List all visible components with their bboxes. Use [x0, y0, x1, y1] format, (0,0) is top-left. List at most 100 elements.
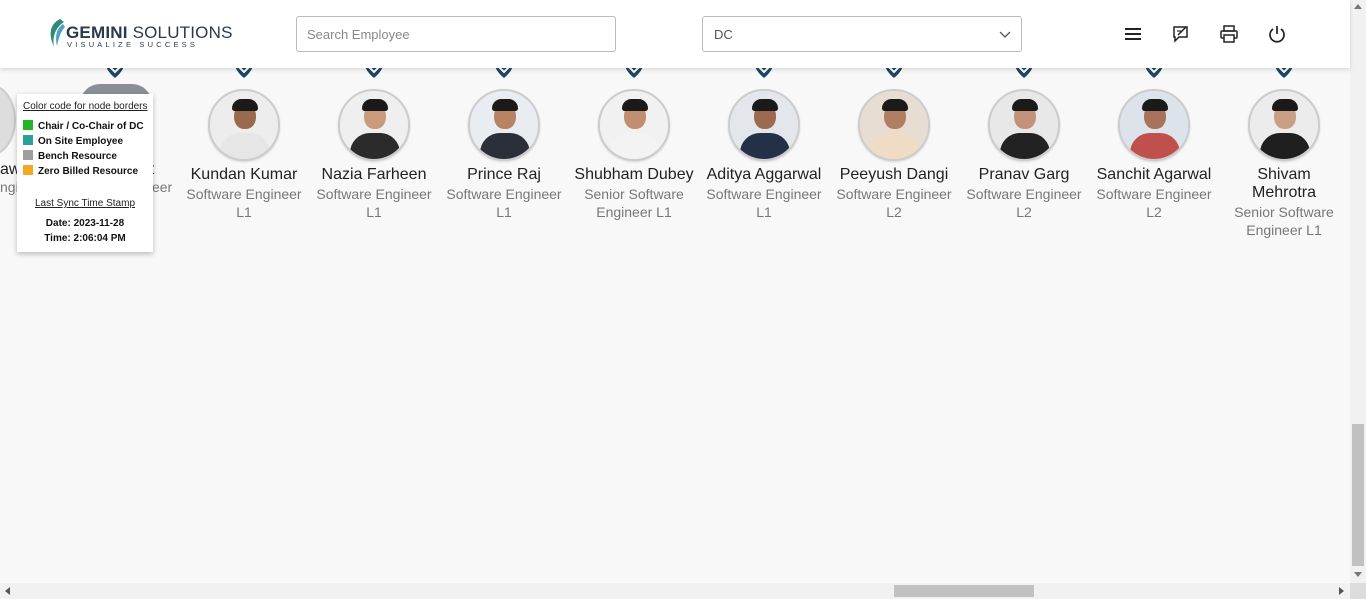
vertical-scrollbar[interactable] — [1350, 0, 1366, 583]
logo-tagline: VISUALIZE SUCCESS — [67, 40, 199, 49]
scroll-down-icon[interactable] — [1354, 572, 1362, 577]
employee-node[interactable]: Aditya Aggarwal Software Engineer L1 — [699, 60, 829, 221]
scroll-right-icon[interactable] — [1339, 587, 1344, 595]
employee-node[interactable]: Shubham Dubey Senior Software Engineer L1 — [569, 60, 699, 221]
employee-role: Software Engineer L1 — [699, 185, 829, 221]
employee-name[interactable]: Kundan Kumar — [179, 166, 309, 184]
legend-swatch — [23, 120, 33, 130]
employee-avatar[interactable] — [338, 89, 410, 161]
printer-icon[interactable] — [1219, 24, 1239, 44]
avatar-hair — [622, 99, 648, 111]
employee-role: Senior Software Engineer L1 — [569, 185, 699, 221]
employee-avatar[interactable] — [598, 89, 670, 161]
legend-panel: Color code for node borders Chair / Co-C… — [17, 94, 153, 252]
avatar-hair — [1142, 99, 1168, 111]
legend-title: Color code for node borders — [23, 101, 148, 112]
employee-role: Software Engineer L2 — [1089, 185, 1219, 221]
chevron-down-icon — [999, 31, 1011, 38]
employee-role-line: Engineer L1 — [1246, 222, 1322, 238]
employee-node[interactable]: Pranav Garg Software Engineer L2 — [959, 60, 1089, 221]
employee-avatar[interactable] — [468, 89, 540, 161]
employee-node[interactable]: Prince Raj Software Engineer L1 — [439, 60, 569, 221]
employee-role-line: L1 — [366, 204, 382, 220]
employee-name[interactable]: Nazia Farheen — [309, 166, 439, 184]
employee-role-line: L2 — [1146, 204, 1162, 220]
employee-role: Software Engineer L1 — [179, 185, 309, 221]
avatar-body — [1130, 133, 1180, 159]
dc-select[interactable]: DC — [702, 16, 1022, 52]
avatar — [0, 84, 16, 156]
employee-avatar[interactable] — [988, 89, 1060, 161]
app-header: GEMINI SOLUTIONS VISUALIZE SUCCESS DC — [0, 0, 1350, 68]
avatar-body — [350, 133, 400, 159]
employee-role-line: Engineer L1 — [596, 204, 672, 220]
avatar-hair — [232, 99, 258, 111]
avatar-body — [1000, 133, 1050, 159]
employee-avatar[interactable] — [728, 89, 800, 161]
legend-swatch — [23, 135, 33, 145]
employee-node[interactable]: Sanchit Agarwal Software Engineer L2 — [1089, 60, 1219, 221]
employee-role: Software Engineer L2 — [829, 185, 959, 221]
legend-item-zero-billed: Zero Billed Resource — [23, 165, 138, 177]
scroll-left-icon[interactable] — [5, 587, 10, 595]
employee-name[interactable]: Aditya Aggarwal — [699, 166, 829, 184]
employee-role-line: L2 — [1016, 204, 1032, 220]
employee-role-line: Senior Software — [584, 186, 684, 202]
employee-role-line: Senior Software — [1234, 204, 1334, 220]
employee-role: Software Engineer L2 — [959, 185, 1089, 221]
legend-item-bench: Bench Resource — [23, 150, 117, 162]
employee-node[interactable]: Peeyush Dangi Software Engineer L2 — [829, 60, 959, 221]
employee-role-line: Software Engineer — [836, 186, 952, 202]
horizontal-scrollbar[interactable] — [0, 583, 1350, 599]
avatar-hair — [362, 99, 388, 111]
employee-avatar[interactable] — [208, 89, 280, 161]
avatar-hair — [882, 99, 908, 111]
company-logo[interactable]: GEMINI SOLUTIONS VISUALIZE SUCCESS — [46, 18, 232, 50]
employee-avatar[interactable] — [1248, 89, 1320, 161]
avatar-body — [220, 133, 270, 159]
avatar-hair — [492, 99, 518, 111]
employee-role-line: Software Engineer — [966, 186, 1082, 202]
scrollbar-corner — [1350, 583, 1366, 599]
legend-item-chair: Chair / Co-Chair of DC — [23, 120, 144, 132]
employee-node[interactable]: Shivam Mehrotra Senior Software Engineer L… — [1219, 60, 1349, 239]
employee-node[interactable]: Kundan Kumar Software Engineer L1 — [179, 60, 309, 221]
employee-role: Software Engineer L1 — [309, 185, 439, 221]
dc-select-value: DC — [714, 27, 733, 42]
employee-role: Senior Software Engineer L1 — [1219, 203, 1349, 239]
employee-avatar[interactable] — [1118, 89, 1190, 161]
employee-role-line: L1 — [756, 204, 772, 220]
vertical-scroll-thumb[interactable] — [1352, 424, 1364, 566]
employee-role: Software Engineer L1 — [439, 185, 569, 221]
power-icon[interactable] — [1267, 24, 1287, 44]
scroll-up-icon[interactable] — [1354, 4, 1362, 9]
hamburger-menu-icon[interactable] — [1123, 24, 1143, 44]
employee-name[interactable]: Sanchit Agarwal — [1089, 166, 1219, 184]
logo-leaf-icon — [50, 19, 65, 47]
employee-role-line: L2 — [886, 204, 902, 220]
search-employee-input[interactable] — [296, 16, 616, 52]
employee-name[interactable]: Pranav Garg — [959, 166, 1089, 184]
avatar-hair — [752, 99, 778, 111]
avatar-body — [870, 133, 920, 159]
employee-role-line: Software Engineer — [316, 186, 432, 202]
employee-node[interactable]: Nazia Farheen Software Engineer L1 — [309, 60, 439, 221]
employee-role-line: Software Engineer — [706, 186, 822, 202]
legend-item-onsite: On Site Employee — [23, 135, 123, 147]
employee-name[interactable]: Peeyush Dangi — [829, 166, 959, 184]
employee-role-line: L1 — [236, 204, 252, 220]
legend-swatch — [23, 150, 33, 160]
employee-role-line: Software Engineer — [1096, 186, 1212, 202]
employee-role-line: Software Engineer — [446, 186, 562, 202]
avatar-body — [610, 133, 660, 159]
sync-date: Date: 2023-11-28 — [45, 218, 125, 229]
employee-name[interactable]: Prince Raj — [439, 166, 569, 184]
employee-name[interactable]: Shivam Mehrotra — [1242, 166, 1326, 202]
horizontal-scroll-thumb[interactable] — [894, 585, 1034, 597]
employee-avatar[interactable] — [858, 89, 930, 161]
employee-name[interactable]: Shubham Dubey — [569, 166, 699, 184]
avatar-body — [1260, 133, 1310, 159]
avatar-hair — [1012, 99, 1038, 111]
avatar-body — [740, 133, 790, 159]
feedback-icon[interactable] — [1171, 24, 1191, 44]
